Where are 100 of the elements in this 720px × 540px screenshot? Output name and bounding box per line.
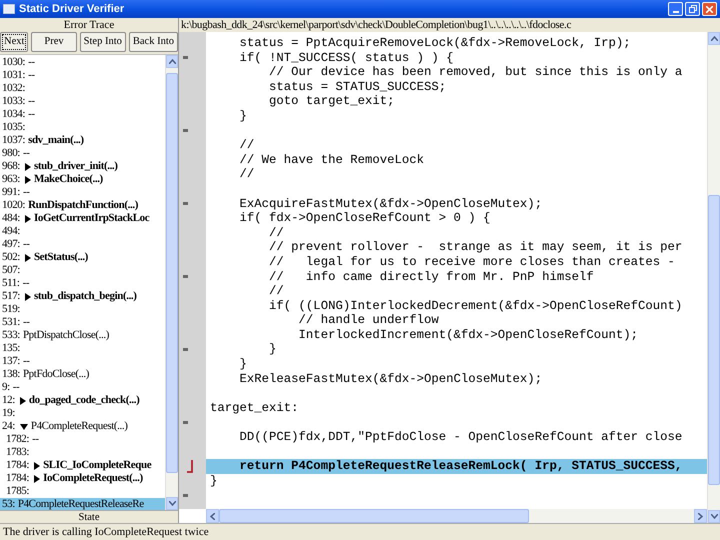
trace-item[interactable]: 135: (0, 342, 165, 355)
trace-item[interactable]: 137: -- (0, 355, 165, 368)
trace-line-number: 9: (2, 380, 10, 396)
trace-button[interactable]: Next (0, 32, 28, 52)
code-line: } (238, 357, 248, 372)
expand-arrow-icon[interactable] (34, 462, 40, 470)
trace-item[interactable]: 507: (0, 264, 165, 277)
trace-line-number: 533: (2, 328, 20, 344)
trace-label: -- (28, 94, 35, 110)
trace-label: -- (32, 432, 39, 448)
trace-line-number: 980: (2, 146, 20, 162)
expand-arrow-icon[interactable] (24, 292, 31, 300)
scroll-right-button[interactable] (694, 509, 707, 523)
trace-item[interactable]: 991: -- (0, 186, 165, 199)
restore-icon (688, 5, 696, 13)
scroll-thumb[interactable] (166, 73, 178, 473)
expand-arrow-icon[interactable] (24, 176, 31, 184)
close-button[interactable] (702, 2, 717, 16)
expand-arrow-icon[interactable] (24, 254, 31, 262)
code-line: // handle underflow (298, 313, 440, 328)
gutter-tick-icon (183, 56, 188, 60)
minimize-button[interactable] (668, 2, 683, 16)
expand-arrow-icon[interactable] (20, 396, 26, 404)
trace-button[interactable]: Step Into (80, 32, 126, 52)
down-chevron-icon (710, 514, 718, 519)
file-path: k:\bugbash_ddk_24\src\kernel\parport\sdv\check\DoubleCompletion\bug1\..\..\..\..\..\fdoclose.c (180, 18, 572, 32)
trace-label: PptFdoClose(...) (22, 367, 89, 382)
trace-item[interactable]: 1782: -- (0, 433, 165, 446)
trace-item[interactable]: 484: IoGetCurrentIrpStackLoc (0, 212, 165, 225)
trace-label: SLIC_IoCompleteReque (43, 458, 152, 473)
trace-item[interactable]: 53: P4CompleteRequestReleaseRe (0, 498, 165, 511)
trace-button[interactable]: Prev (31, 32, 77, 52)
trace-line-number: 497: (2, 237, 20, 252)
scroll-thumb[interactable] (219, 509, 529, 523)
trace-scrollbar[interactable] (165, 55, 178, 510)
trace-item[interactable]: 1037: sdv_main(...) (0, 134, 165, 147)
trace-label: -- (28, 55, 35, 70)
down-chevron-icon (168, 501, 176, 506)
horizontal-scrollbar[interactable] (206, 509, 707, 523)
code-line: // prevent rollover - strange as it may seem, it is per (268, 240, 684, 255)
trace-line-number: 968: (2, 159, 20, 174)
trace-item[interactable]: 531: -- (0, 316, 165, 329)
scroll-up-button[interactable] (166, 55, 178, 68)
trace-label: IoCompleteRequest(...) (43, 471, 143, 486)
trace-item[interactable]: 533: PptDispatchClose(...) (0, 329, 165, 342)
trace-item[interactable]: 1035: (0, 121, 165, 134)
code-line: } (238, 108, 248, 124)
trace-item[interactable]: 1034: -- (0, 108, 165, 121)
expand-arrow-icon[interactable] (24, 214, 31, 222)
trace-item[interactable]: 1784: IoCompleteRequest(...) (0, 472, 165, 485)
trace-item[interactable]: 1031: -- (0, 69, 165, 82)
trace-item[interactable]: 1784: SLIC_IoCompleteReque (0, 459, 165, 472)
left-chevron-icon (210, 512, 215, 520)
trace-item[interactable]: 980: -- (0, 147, 165, 160)
scroll-left-button[interactable] (206, 509, 219, 523)
trace-line-number: 1035: (2, 120, 26, 136)
trace-item[interactable]: 511: -- (0, 277, 165, 290)
trace-item[interactable]: 517: stub_dispatch_begin(...) (0, 290, 165, 303)
restore-button[interactable] (685, 2, 700, 16)
panel-header: State (0, 510, 178, 523)
trace-item[interactable]: 494: (0, 225, 165, 238)
trace-item[interactable]: 519: (0, 303, 165, 316)
expand-arrow-icon[interactable] (24, 162, 31, 170)
trace-item[interactable]: 502: SetStatus(...) (0, 251, 165, 264)
code-scrollbar[interactable] (707, 32, 720, 523)
trace-item[interactable]: 1032: (0, 82, 165, 95)
code-line: if( fdx->OpenCloseRefCount > 0 ) { (238, 211, 492, 226)
scroll-thumb[interactable] (708, 195, 720, 485)
trace-line-number: 1785: (6, 484, 30, 499)
code-line: status = STATUS_SUCCESS; (268, 80, 448, 94)
trace-label: -- (22, 146, 30, 162)
trace-item[interactable]: 138: PptFdoClose(...) (0, 368, 165, 381)
trace-item[interactable]: 963: MakeChoice(...) (0, 173, 165, 186)
up-chevron-icon (168, 59, 176, 64)
trace-line-number: 1782: (6, 432, 30, 448)
trace-line-number: 19: (2, 406, 15, 422)
scroll-down-button[interactable] (708, 510, 720, 523)
trace-item[interactable]: 497: -- (0, 238, 165, 251)
collapse-arrow-icon[interactable] (20, 424, 28, 430)
error-marker-icon (187, 460, 194, 474)
trace-line-number: 1030: (2, 55, 26, 70)
scroll-down-button[interactable] (166, 497, 178, 510)
scroll-up-button[interactable] (708, 32, 720, 45)
trace-item[interactable]: 19: (0, 407, 165, 420)
trace-item[interactable]: 968: stub_driver_init(...) (0, 160, 165, 173)
trace-item[interactable]: 9: -- (0, 381, 165, 394)
trace-item[interactable]: 1785: (0, 485, 165, 498)
expand-arrow-icon[interactable] (34, 474, 40, 482)
gutter-tick-icon (183, 348, 188, 352)
trace-line-number: 519: (2, 302, 20, 318)
trace-item[interactable]: 1033: -- (0, 95, 165, 108)
trace-button[interactable]: Back Into (128, 32, 178, 52)
trace-item[interactable]: 1783: (0, 446, 165, 459)
code-line: // (268, 226, 285, 240)
trace-item[interactable]: 24: P4CompleteRequest(...) (0, 420, 165, 433)
trace-item[interactable]: 12: do_paged_code_check(...) (0, 394, 165, 407)
trace-item[interactable]: 1030: -- (0, 56, 165, 69)
trace-line-number: 1784: (6, 471, 30, 486)
right-chevron-icon (698, 512, 703, 520)
trace-item[interactable]: 1020: RunDispatchFunction(...) (0, 199, 165, 212)
